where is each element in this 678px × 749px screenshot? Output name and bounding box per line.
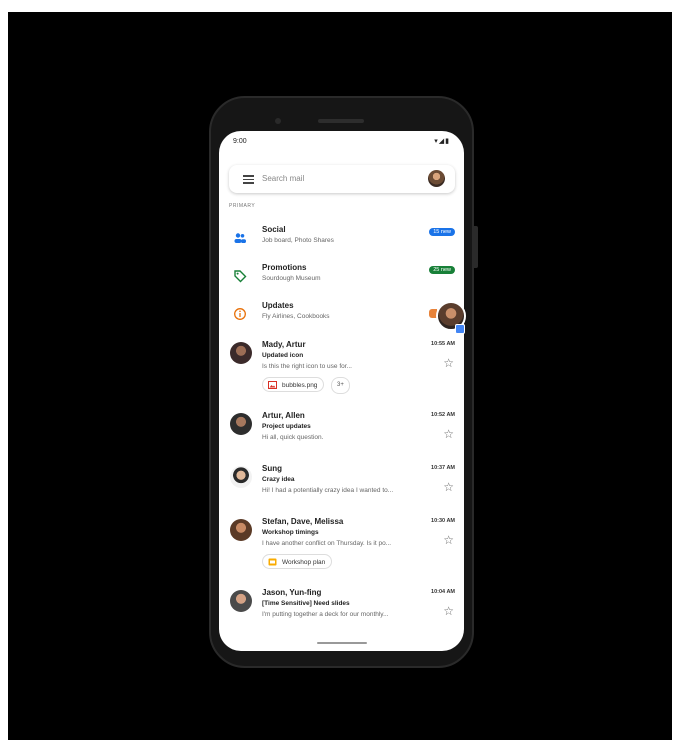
email-subject: Project updates: [262, 423, 311, 430]
category-updates[interactable]: Updates Fly Airlines, Cookbooks: [219, 299, 464, 335]
slides-icon: [268, 558, 277, 566]
phone-speaker: [318, 119, 364, 123]
status-icons: ▾◢▮: [434, 138, 450, 145]
more-attachments-chip[interactable]: 3+: [331, 377, 350, 394]
sender-avatar: [230, 590, 252, 612]
email-time: 10:04 AM: [431, 589, 455, 595]
account-avatar[interactable]: [428, 170, 445, 187]
category-subtitle: Job board, Photo Shares: [262, 237, 334, 244]
star-icon[interactable]: ☆: [443, 481, 454, 493]
email-subject: Updated icon: [262, 352, 304, 359]
email-sender: Artur, Allen: [262, 411, 305, 420]
section-label: PRIMARY: [229, 203, 256, 209]
menu-icon[interactable]: [243, 175, 254, 184]
image-file-icon: [268, 381, 277, 389]
email-row[interactable]: Stefan, Dave, Melissa 10:30 AM Workshop …: [219, 517, 464, 581]
email-snippet: Hi! I had a potentially crazy idea I wan…: [262, 487, 394, 494]
category-title: Promotions: [262, 263, 307, 272]
attachment-chip[interactable]: bubbles.png: [262, 377, 325, 392]
category-promotions[interactable]: Promotions Sourdough Museum 25 new: [219, 261, 464, 297]
new-count-badge: 25 new: [429, 266, 455, 274]
phone-side-button: [474, 226, 478, 268]
search-bar[interactable]: Search mail: [229, 165, 455, 193]
sender-avatar: [230, 413, 252, 435]
email-sender: Sung: [262, 464, 282, 473]
home-indicator[interactable]: [317, 642, 367, 644]
new-count-badge: 15 new: [429, 228, 455, 236]
email-subject: Crazy idea: [262, 476, 295, 483]
attachment-name: bubbles.png: [282, 382, 318, 389]
sender-avatar: [230, 466, 252, 488]
star-icon[interactable]: ☆: [443, 605, 454, 617]
star-icon[interactable]: ☆: [443, 357, 454, 369]
front-camera: [275, 118, 281, 124]
email-snippet: I have another conflict on Thursday. Is …: [262, 540, 392, 547]
category-title: Updates: [262, 301, 294, 310]
category-subtitle: Fly Airlines, Cookbooks: [262, 313, 330, 320]
category-title: Social: [262, 225, 286, 234]
category-subtitle: Sourdough Museum: [262, 275, 321, 282]
email-row[interactable]: Mady, Artur 10:55 AM Updated icon Is thi…: [219, 340, 464, 406]
info-icon: [233, 307, 247, 321]
sender-avatar: [230, 342, 252, 364]
email-row[interactable]: Sung 10:37 AM Crazy idea Hi! I had a pot…: [219, 464, 464, 512]
email-snippet: Is this the right icon to use for...: [262, 363, 352, 370]
attachment-chip[interactable]: Workshop plan: [262, 554, 333, 569]
category-social[interactable]: Social Job board, Photo Shares 15 new: [219, 223, 464, 259]
email-subject: [Time Sensitive] Need slides: [262, 600, 350, 607]
email-sender: Jason, Yun-fing: [262, 588, 322, 597]
status-time: 9:00: [233, 138, 247, 145]
email-sender: Stefan, Dave, Melissa: [262, 517, 344, 526]
attachment-name: Workshop plan: [282, 559, 326, 566]
email-time: 10:30 AM: [431, 518, 455, 524]
email-time: 10:37 AM: [431, 465, 455, 471]
email-subject: Workshop timings: [262, 529, 319, 536]
sender-avatar: [230, 519, 252, 541]
tag-icon: [233, 269, 247, 283]
email-row[interactable]: Jason, Yun-fing 10:04 AM [Time Sensitive…: [219, 588, 464, 636]
email-row[interactable]: Artur, Allen 10:52 AM Project updates Hi…: [219, 411, 464, 459]
search-input[interactable]: Search mail: [262, 174, 304, 183]
phone-screen: 9:00 ▾◢▮ Search mail PRIMARY Social Job …: [219, 131, 464, 651]
email-time: 10:52 AM: [431, 412, 455, 418]
email-snippet: Hi all, quick question.: [262, 434, 324, 441]
meet-icon: [455, 324, 465, 334]
star-icon[interactable]: ☆: [443, 534, 454, 546]
star-icon[interactable]: ☆: [443, 428, 454, 440]
email-sender: Mady, Artur: [262, 340, 306, 349]
people-icon: [233, 231, 247, 245]
email-time: 10:55 AM: [431, 341, 455, 347]
email-snippet: I'm putting together a deck for our mont…: [262, 611, 389, 618]
